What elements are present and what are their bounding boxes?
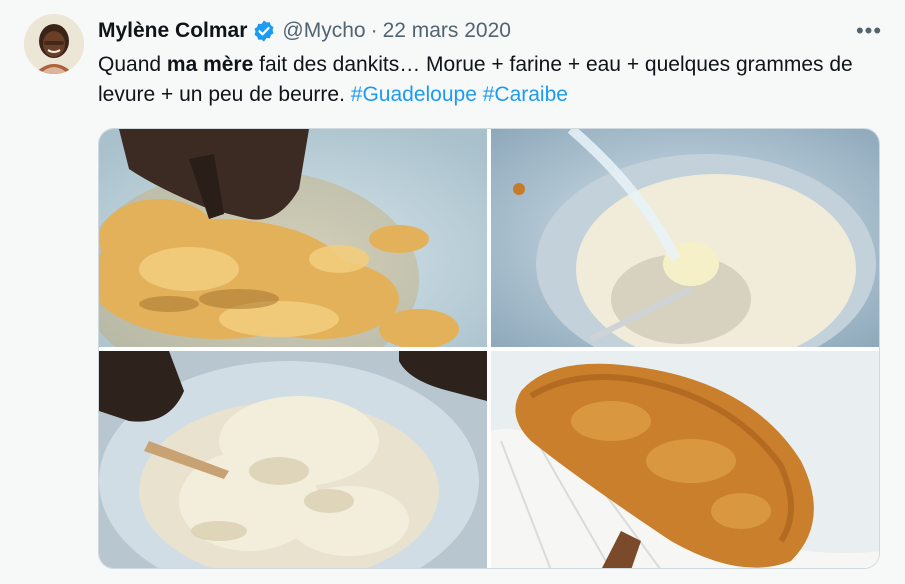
photo-flour-water[interactable] [491,129,879,347]
verified-badge-icon[interactable] [252,19,276,43]
photo-shredded-cod[interactable] [99,129,487,347]
photo-mixing-dough[interactable] [99,351,487,568]
author-name[interactable]: Mylène Colmar [98,19,247,43]
author-handle[interactable]: @Mycho [282,19,365,43]
media-grid [98,128,880,569]
photo-fried-dankit[interactable] [491,351,879,568]
tweet-header: Mylène Colmar @Mycho · 22 mars 2020 [98,16,511,46]
tweet: Mylène Colmar @Mycho · 22 mars 2020 ••• … [0,0,905,584]
tweet-text-start: Quand [98,53,167,76]
hashtag-caraibe[interactable]: #Caraibe [483,83,568,106]
author-avatar[interactable] [24,14,84,74]
header-separator: · [370,19,378,42]
hashtag-guadeloupe[interactable]: #Guadeloupe [351,83,477,106]
avatar-photo-icon [24,14,84,74]
tweet-date[interactable]: 22 mars 2020 [383,19,511,43]
more-options-icon[interactable]: ••• [852,18,886,44]
tweet-text-bold: ma mère [166,53,254,76]
tweet-text: Quand ma mère fait des dankits… Morue + … [98,50,858,110]
